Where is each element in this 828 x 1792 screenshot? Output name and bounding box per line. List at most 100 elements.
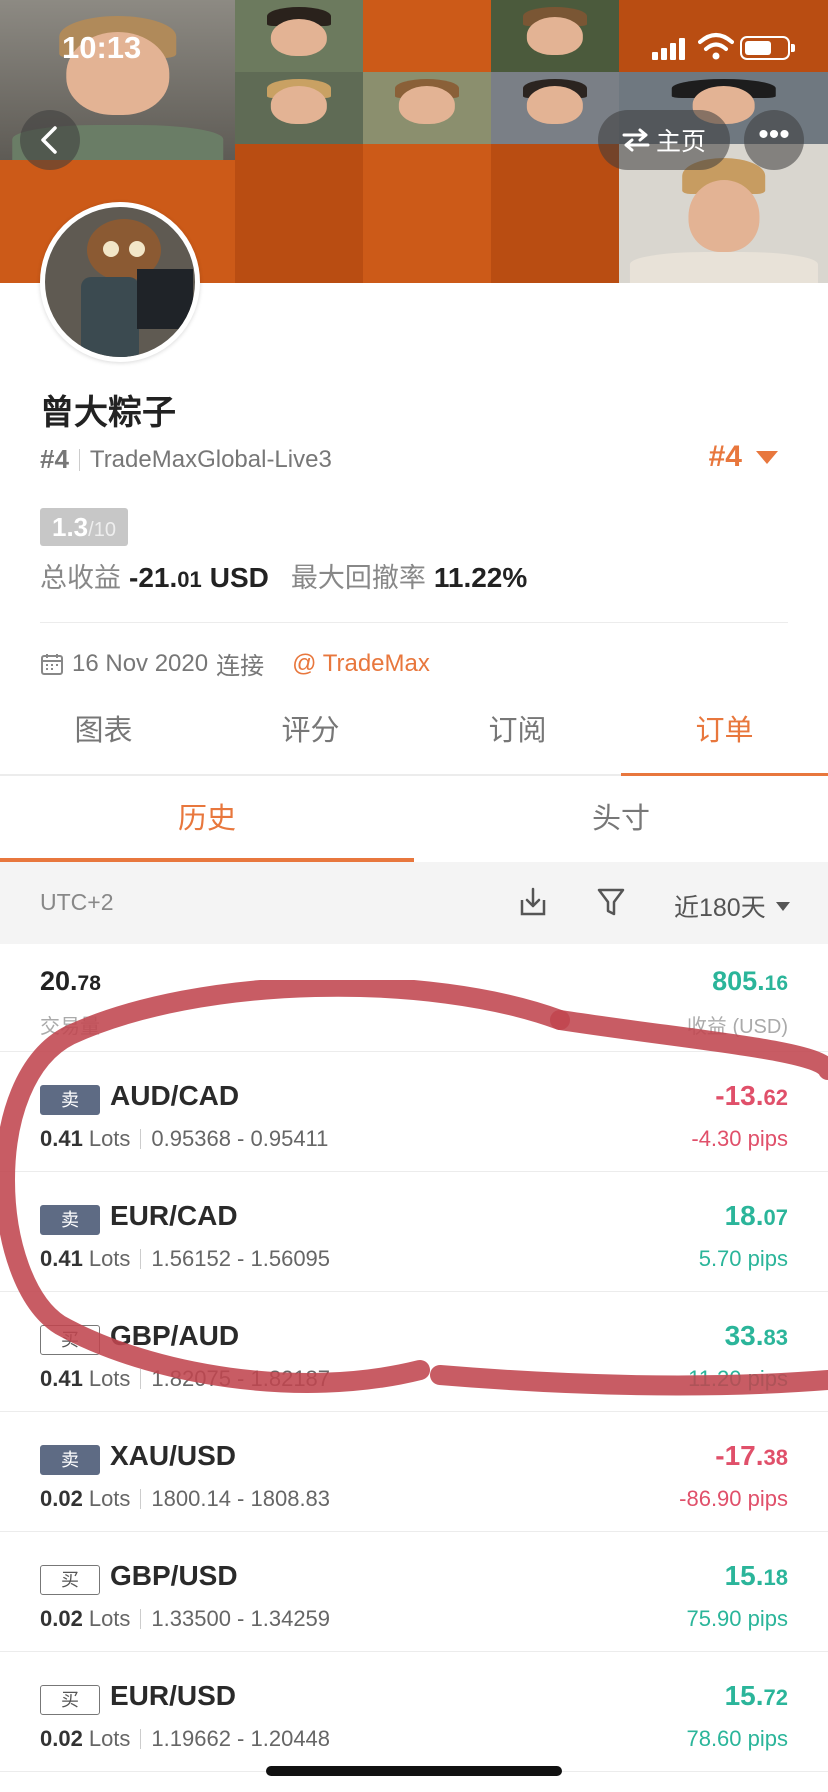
banner-tile xyxy=(491,144,619,283)
tab-rating[interactable]: 评分 xyxy=(207,690,414,774)
divider xyxy=(140,1129,142,1149)
trade-side-badge: 卖 xyxy=(40,1445,100,1475)
back-button[interactable] xyxy=(20,110,80,170)
trade-profit: -17.38 xyxy=(715,1440,788,1471)
tab-chart[interactable]: 图表 xyxy=(0,690,207,774)
divider xyxy=(140,1729,142,1749)
trade-profit: 18.07 xyxy=(724,1200,788,1231)
score-value: 1.3 xyxy=(52,512,89,542)
server-name: TradeMaxGlobal-Live3 xyxy=(89,445,332,473)
avatar[interactable] xyxy=(40,202,200,362)
banner-tile xyxy=(363,144,491,283)
home-indicator xyxy=(266,1766,562,1776)
trade-lots-label: Lots xyxy=(88,1366,131,1391)
trade-lots: 0.41 xyxy=(40,1126,83,1151)
trade-row[interactable]: 卖 AUD/CAD 0.41 Lots 0.95368 - 0.95411 -1… xyxy=(0,1052,828,1172)
caret-down-icon xyxy=(756,450,778,464)
trade-detail: 0.41 Lots 1.56152 - 1.56095 xyxy=(40,1246,330,1272)
range-label: 近180天 xyxy=(674,894,766,922)
trade-row[interactable]: 买 EUR/USD 0.02 Lots 1.19662 - 1.20448 15… xyxy=(0,1652,828,1772)
trade-price-range: 1800.14 - 1808.83 xyxy=(151,1486,331,1511)
trade-side-badge: 卖 xyxy=(40,1205,100,1235)
trade-symbol: EUR/USD xyxy=(110,1680,237,1711)
trade-pips: -4.30 pips xyxy=(691,1126,788,1151)
connect-label: 连接 xyxy=(216,653,265,680)
trade-pips: 5.70 pips xyxy=(698,1246,788,1271)
divider xyxy=(140,1249,142,1269)
trade-symbol: XAU/USD xyxy=(110,1440,237,1471)
filter-bar: UTC+2 近180天 xyxy=(0,862,828,944)
trade-detail: 0.02 Lots 1.33500 - 1.34259 xyxy=(40,1606,330,1632)
score-badge: 1.3 /10 xyxy=(40,508,128,546)
trade-pips: 11.20 pips xyxy=(688,1366,788,1391)
trade-lots-label: Lots xyxy=(88,1726,131,1751)
home-label: 主页 xyxy=(655,128,706,156)
profile-name: 曾大粽子 xyxy=(40,394,176,432)
tab-orders[interactable]: 订单 xyxy=(621,690,828,776)
max-drawdown-label: 最大回撤率 xyxy=(290,563,426,593)
trade-row[interactable]: 卖 EUR/CAD 0.41 Lots 1.56152 - 1.56095 18… xyxy=(0,1172,828,1292)
trade-symbol: GBP/AUD xyxy=(110,1320,240,1351)
trade-detail: 0.02 Lots 1.19662 - 1.20448 xyxy=(40,1726,330,1752)
tab-subscribe[interactable]: 订阅 xyxy=(414,690,621,774)
rank-dropdown[interactable]: #4 xyxy=(709,440,778,474)
trade-row[interactable]: 买 GBP/AUD 0.41 Lots 1.82075 - 1.82187 33… xyxy=(0,1292,828,1412)
status-time: 10:13 xyxy=(62,30,142,65)
trade-symbol: EUR/CAD xyxy=(110,1200,238,1231)
trade-row[interactable]: 卖 XAU/USD 0.02 Lots 1800.14 - 1808.83 -1… xyxy=(0,1412,828,1532)
trade-price-range: 0.95368 - 0.95411 xyxy=(151,1126,329,1151)
tab-positions[interactable]: 头寸 xyxy=(414,776,828,862)
trade-lots: 0.41 xyxy=(40,1246,83,1271)
trade-profit: 33.83 xyxy=(724,1320,788,1351)
score-max: /10 xyxy=(88,519,116,541)
summary-profit-label: 收益 (USD) xyxy=(686,1016,788,1038)
trade-pips: 75.90 pips xyxy=(686,1606,788,1631)
trade-row[interactable]: 买 GBP/USD 0.02 Lots 1.33500 - 1.34259 15… xyxy=(0,1532,828,1652)
connect-date: 16 Nov 2020 xyxy=(72,649,209,677)
trade-lots-label: Lots xyxy=(88,1246,131,1271)
summary-volume-label: 交易量 xyxy=(40,1016,100,1038)
filter-icon[interactable] xyxy=(596,886,626,918)
more-button[interactable]: ••• xyxy=(744,110,804,170)
timezone-label: UTC+2 xyxy=(40,889,114,915)
trade-price-range: 1.82075 - 1.82187 xyxy=(151,1366,331,1391)
divider xyxy=(78,448,80,471)
currency: USD xyxy=(209,562,269,593)
chevron-left-icon xyxy=(41,126,57,154)
download-icon[interactable] xyxy=(518,886,548,918)
main-tabs: 图表 评分 订阅 订单 xyxy=(0,690,828,776)
divider xyxy=(140,1609,142,1629)
divider xyxy=(140,1489,142,1509)
trade-side-badge: 买 xyxy=(40,1325,100,1355)
max-drawdown-value: 11.22% xyxy=(433,562,528,593)
trade-lots: 0.02 xyxy=(40,1606,83,1631)
range-dropdown[interactable]: 近180天 xyxy=(674,888,790,924)
rank-value: #4 xyxy=(708,440,742,473)
rank-label: #4 xyxy=(40,444,69,474)
wifi-icon xyxy=(698,33,734,60)
trade-profit: 15.18 xyxy=(724,1560,788,1591)
trade-profit: -13.62 xyxy=(715,1080,788,1111)
caret-down-icon xyxy=(775,901,790,911)
profile-stats: 总收益 -21.01 USD 最大回撤率 11.22% xyxy=(40,556,527,595)
trade-lots: 0.41 xyxy=(40,1366,83,1391)
total-profit-value: -21.01 xyxy=(129,562,202,593)
trade-symbol: GBP/USD xyxy=(110,1560,238,1591)
divider xyxy=(40,622,788,623)
trade-detail: 0.41 Lots 0.95368 - 0.95411 xyxy=(40,1126,328,1152)
banner-tile xyxy=(235,144,363,283)
status-bar: 10:13 xyxy=(0,0,828,96)
home-button[interactable]: 主页 xyxy=(598,110,730,170)
battery-icon xyxy=(740,36,795,60)
tab-history[interactable]: 历史 xyxy=(0,776,414,862)
trade-detail: 0.02 Lots 1800.14 - 1808.83 xyxy=(40,1486,330,1512)
orders-summary: 20.78 805.16 交易量 收益 (USD) xyxy=(0,944,828,1052)
trade-pips: -86.90 pips xyxy=(679,1486,788,1511)
trade-lots-label: Lots xyxy=(88,1606,131,1631)
trade-price-range: 1.19662 - 1.20448 xyxy=(151,1726,331,1751)
sub-tabs: 历史 头寸 xyxy=(0,776,828,862)
broker-link[interactable]: @ TradeMax xyxy=(292,650,430,678)
summary-profit: 805.16 xyxy=(712,966,788,996)
calendar-icon xyxy=(41,653,63,675)
trade-detail: 0.41 Lots 1.82075 - 1.82187 xyxy=(40,1366,330,1392)
